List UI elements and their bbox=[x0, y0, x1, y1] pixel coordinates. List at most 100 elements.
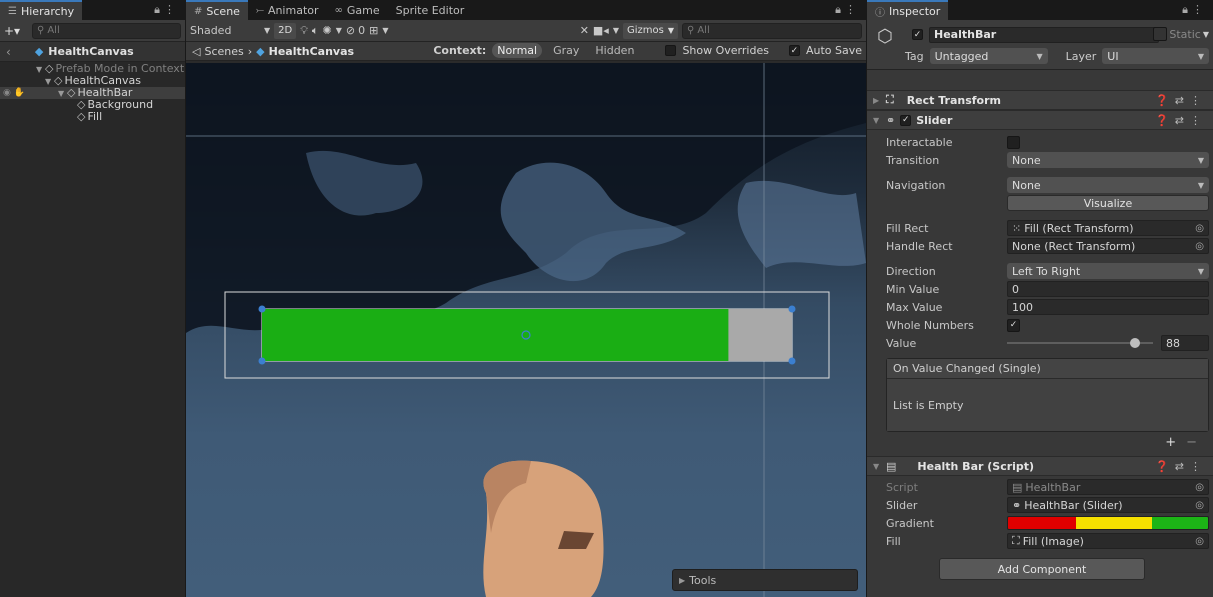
fold-arrow-icon[interactable]: ▼ bbox=[873, 462, 881, 471]
scenes-back-icon[interactable]: ◁ bbox=[192, 45, 200, 58]
context-mode-hidden[interactable]: Hidden bbox=[590, 43, 639, 58]
component-help-settings-icons[interactable]: ❓⇄⋮ bbox=[1155, 114, 1207, 127]
tab-hierarchy[interactable]: ☰ Hierarchy bbox=[0, 0, 83, 20]
prefab-cube-icon: ◆ bbox=[256, 44, 265, 58]
tab-lock-menu-icon[interactable]: 🔒︎⋮ bbox=[154, 3, 179, 17]
add-listener-button[interactable]: + bbox=[1165, 435, 1176, 450]
component-help-settings-icons[interactable]: ❓⇄⋮ bbox=[1155, 94, 1207, 107]
tools-overlay[interactable]: ▶ Tools bbox=[672, 569, 858, 591]
back-arrow-icon[interactable]: ‹ bbox=[6, 45, 11, 59]
gradient-field[interactable] bbox=[1007, 516, 1209, 530]
grid-snap-icon[interactable]: ⊞ bbox=[369, 24, 378, 37]
tab-sprite-editor[interactable]: Sprite Editor bbox=[388, 0, 473, 20]
camera-dropdown-icon[interactable]: ▼ bbox=[613, 26, 619, 35]
fill-rect-field[interactable]: ⁙ Fill (Rect Transform) ◎ bbox=[1007, 220, 1209, 236]
toggle-2d-button[interactable]: 2D bbox=[274, 22, 297, 39]
healthbar-script-header[interactable]: ▼ ▤ Health Bar (Script) ❓⇄⋮ bbox=[867, 456, 1213, 476]
static-toggle[interactable]: Static ▼ bbox=[1153, 27, 1209, 41]
slider-enabled-checkbox[interactable]: ✓ bbox=[900, 114, 912, 126]
tag-dropdown[interactable]: Untagged ▼ bbox=[929, 48, 1048, 64]
context-mode-gray[interactable]: Gray bbox=[548, 43, 584, 58]
value-slider[interactable]: 88 bbox=[1007, 335, 1209, 351]
object-picker-icon[interactable]: ◎ bbox=[1195, 536, 1204, 547]
fill-rect-row: Fill Rect ⁙ Fill (Rect Transform) ◎ bbox=[867, 219, 1213, 237]
direction-dropdown[interactable]: Left To Right ▼ bbox=[1007, 263, 1209, 279]
tab-scene[interactable]: # Scene bbox=[186, 0, 248, 20]
event-list-empty: List is Empty bbox=[887, 379, 1208, 431]
tools-toggle-icon[interactable]: ✕ bbox=[580, 24, 589, 37]
object-name-field[interactable]: HealthBar bbox=[929, 27, 1159, 43]
whole-numbers-checkbox[interactable]: ✓ bbox=[1007, 318, 1020, 332]
tab-inspector[interactable]: ⓘ Inspector bbox=[867, 0, 949, 20]
object-picker-icon[interactable]: ◎ bbox=[1195, 500, 1204, 511]
fill-ref-field[interactable]: ⛶ Fill (Image) ◎ bbox=[1007, 533, 1209, 549]
effects-toggle-icon[interactable]: ✺ bbox=[323, 24, 332, 37]
transition-dropdown[interactable]: None ▼ bbox=[1007, 152, 1209, 168]
rect-transform-header[interactable]: ▶ ⛶ Rect Transform ❓⇄⋮ bbox=[867, 90, 1213, 110]
min-value-field[interactable]: 0 bbox=[1007, 281, 1209, 297]
healthbar-graphic[interactable] bbox=[186, 63, 866, 597]
hierarchy-search-input[interactable]: ⚲ All bbox=[32, 22, 181, 39]
slider-header[interactable]: ▼ ⚭ ✓ Slider ❓⇄⋮ bbox=[867, 110, 1213, 130]
cube-outline-icon: ◇ bbox=[67, 86, 76, 99]
prefab-context-bar: Context: Normal Gray Hidden Show Overrid… bbox=[433, 43, 862, 58]
breadcrumb-current[interactable]: HealthCanvas bbox=[269, 45, 354, 58]
interactable-checkbox[interactable] bbox=[1007, 135, 1020, 149]
active-checkbox[interactable]: ✓ bbox=[912, 29, 923, 40]
scene-search-placeholder: All bbox=[697, 25, 710, 36]
scene-search-input[interactable]: ⚲ All bbox=[682, 22, 862, 39]
static-dropdown-icon[interactable]: ▼ bbox=[1203, 30, 1209, 39]
fold-arrow-icon[interactable]: ▶ bbox=[873, 96, 881, 105]
visualize-button[interactable]: Visualize bbox=[1007, 195, 1209, 211]
tab-game[interactable]: ∞ Game bbox=[327, 0, 388, 20]
value-field[interactable]: 88 bbox=[1161, 335, 1209, 351]
slider-ref-field[interactable]: ⚭ HealthBar (Slider) ◎ bbox=[1007, 497, 1209, 513]
inspector-panel: ⓘ Inspector 🔒︎⋮ ⬡ ✓ HealthBar Static ▼ T… bbox=[867, 0, 1213, 597]
corner-handle-tr[interactable] bbox=[788, 305, 796, 313]
max-value-field[interactable]: 100 bbox=[1007, 299, 1209, 315]
handle-rect-field[interactable]: None (Rect Transform) ◎ bbox=[1007, 238, 1209, 254]
effects-dropdown-icon[interactable]: ▼ bbox=[336, 26, 342, 35]
tree-item-fill[interactable]: ◇ Fill bbox=[0, 111, 185, 123]
inspector-lock-menu-icon[interactable]: 🔒︎⋮ bbox=[1182, 3, 1207, 17]
gizmos-button[interactable]: Gizmos ▼ bbox=[622, 22, 678, 39]
corner-handle-br[interactable] bbox=[788, 357, 796, 365]
breadcrumb-root[interactable]: Scenes bbox=[204, 45, 243, 58]
layer-dropdown[interactable]: UI ▼ bbox=[1102, 48, 1209, 64]
lighting-toggle-icon[interactable]: 💡︎ bbox=[300, 24, 308, 38]
component-help-settings-icons[interactable]: ❓⇄⋮ bbox=[1155, 460, 1207, 473]
add-component-button[interactable]: Add Component bbox=[939, 558, 1145, 580]
camera-icon[interactable]: ■◂ bbox=[593, 24, 609, 37]
static-checkbox[interactable] bbox=[1153, 27, 1168, 41]
auto-save-checkbox[interactable]: ✓ bbox=[788, 45, 800, 56]
corner-handle-tl[interactable] bbox=[258, 305, 266, 313]
max-value-label: Max Value bbox=[886, 300, 943, 314]
grid-dropdown-icon[interactable]: ▼ bbox=[382, 26, 388, 35]
hierarchy-panel: ☰ Hierarchy 🔒︎⋮ +▾ ⚲ All ‹ ◆ HealthCanva… bbox=[0, 0, 185, 597]
visibility-eye-icon[interactable]: ◉ ✋ bbox=[3, 87, 25, 99]
show-overrides-checkbox[interactable] bbox=[665, 45, 677, 56]
scene-viewport[interactable]: ▶ Tools bbox=[186, 63, 866, 597]
fold-arrow-icon[interactable]: ▼ bbox=[873, 116, 881, 125]
add-object-button[interactable]: +▾ bbox=[4, 24, 28, 38]
shading-mode-label: Shaded bbox=[190, 24, 232, 37]
gameobject-cube-icon[interactable]: ⬡ bbox=[877, 26, 893, 47]
event-title: On Value Changed (Single) bbox=[887, 359, 1208, 379]
context-mode-normal[interactable]: Normal bbox=[492, 43, 543, 58]
tab-animator[interactable]: ⤚ Animator bbox=[248, 0, 327, 20]
value-slider-knob[interactable] bbox=[1130, 338, 1141, 348]
scene-lock-menu-icon[interactable]: 🔒︎⋮ bbox=[835, 3, 860, 17]
chevron-down-icon: ▼ bbox=[1036, 51, 1043, 61]
chevron-down-icon: ▼ bbox=[1197, 266, 1204, 276]
object-picker-icon[interactable]: ◎ bbox=[1195, 223, 1204, 234]
corner-handle-bl[interactable] bbox=[258, 357, 266, 365]
navigation-dropdown[interactable]: None ▼ bbox=[1007, 177, 1209, 193]
shading-dropdown-arrow-icon[interactable]: ▼ bbox=[264, 26, 270, 35]
hidden-objects-toggle[interactable]: ⊘ 0 bbox=[346, 24, 365, 37]
gamepad-icon: ∞ bbox=[334, 4, 343, 16]
object-picker-icon[interactable]: ◎ bbox=[1195, 241, 1204, 252]
prefab-header: ‹ ◆ HealthCanvas bbox=[0, 42, 185, 62]
audio-toggle-icon[interactable]: 🔈︎ bbox=[312, 24, 319, 38]
remove-listener-button[interactable]: − bbox=[1186, 435, 1197, 450]
healthbar-fill[interactable] bbox=[262, 309, 729, 361]
